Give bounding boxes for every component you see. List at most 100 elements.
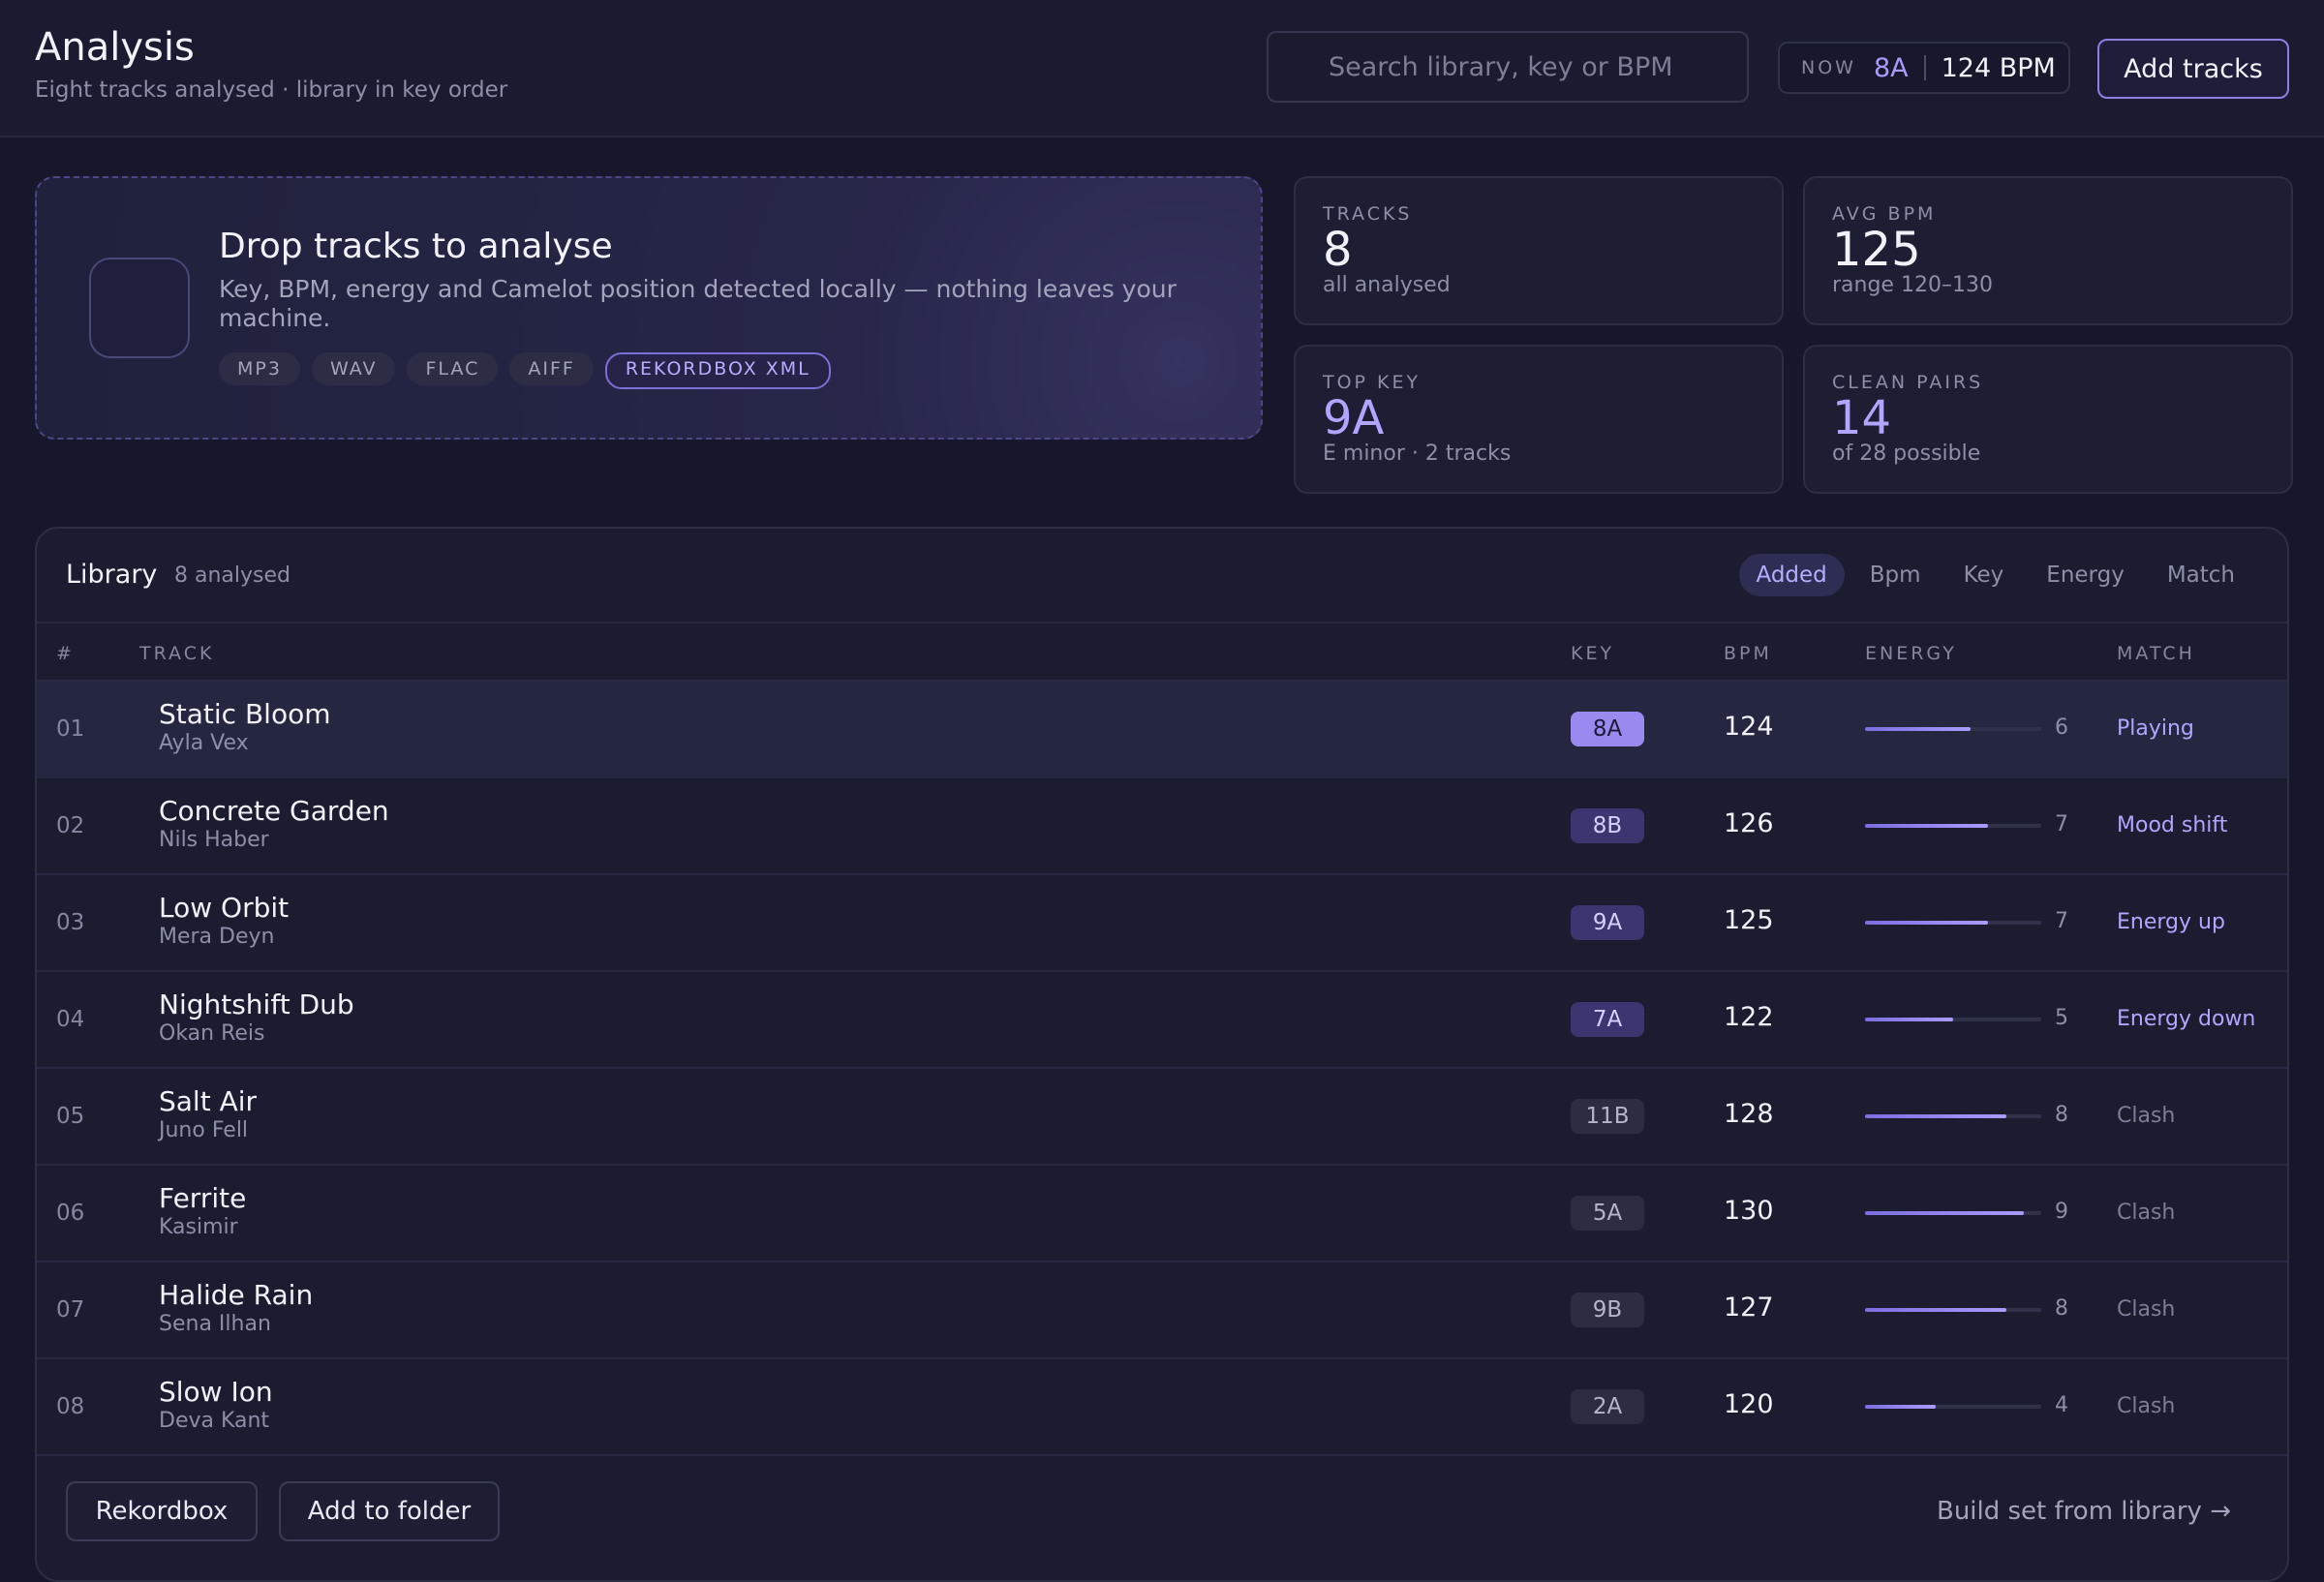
column-header-bpm[interactable]: BPM — [1724, 643, 1772, 664]
stat-card-avg-bpm: AVG BPM 125 range 120–130 — [1803, 176, 2293, 325]
search-input[interactable] — [1267, 31, 1749, 103]
stat-value: 8 — [1323, 223, 1353, 277]
track-number: 03 — [56, 910, 85, 935]
track-title: Salt Air — [159, 1085, 258, 1117]
track-artist: Deva Kant — [159, 1409, 270, 1433]
format-chips: MP3 WAV FLAC AIFF REKORDBOX XML — [219, 352, 831, 389]
track-title: Concrete Garden — [159, 795, 389, 827]
track-bpm: 124 — [1724, 712, 1774, 742]
energy-bar — [1865, 1114, 2041, 1118]
key-badge: 8A — [1571, 712, 1644, 746]
energy-bar-fill — [1865, 1018, 1953, 1021]
track-number: 01 — [56, 716, 85, 742]
track-bpm: 125 — [1724, 905, 1774, 935]
energy-bar-fill — [1865, 1405, 1936, 1409]
match-status: Clash — [2117, 1297, 2176, 1322]
track-artist: Kasimir — [159, 1215, 238, 1239]
column-header-energy[interactable]: ENERGY — [1865, 643, 1957, 664]
track-artist: Juno Fell — [159, 1118, 249, 1142]
column-header-number: # — [56, 643, 75, 664]
sort-tab-added[interactable]: Added — [1738, 554, 1845, 596]
track-number: 05 — [56, 1104, 85, 1129]
key-badge: 9B — [1571, 1293, 1644, 1327]
column-header-track[interactable]: TRACK — [139, 643, 214, 664]
track-title: Ferrite — [159, 1182, 247, 1214]
energy-bar — [1865, 1211, 2041, 1215]
library-title: Library — [66, 560, 158, 590]
energy-bar-fill — [1865, 1211, 2024, 1215]
track-number: 06 — [56, 1201, 85, 1226]
energy-bar-fill — [1865, 1114, 2006, 1118]
format-chip-aiff: AIFF — [509, 352, 594, 385]
sort-tab-match[interactable]: Match — [2150, 554, 2252, 596]
track-number: 08 — [56, 1394, 85, 1419]
table-header: # TRACK KEY BPM ENERGY MATCH — [37, 624, 2287, 682]
sort-tabs: Added Bpm Key Energy Match — [1738, 554, 2253, 596]
energy-bar — [1865, 727, 2041, 731]
table-row[interactable]: 05 Salt Air Juno Fell 11B 128 8 Clash — [37, 1069, 2287, 1166]
rekordbox-button[interactable]: Rekordbox — [66, 1481, 258, 1541]
track-artist: Mera Deyn — [159, 925, 275, 949]
track-number: 02 — [56, 813, 85, 838]
table-row[interactable]: 04 Nightshift Dub Okan Reis 7A 122 5 Energy do… — [37, 972, 2287, 1069]
track-bpm: 128 — [1724, 1099, 1774, 1129]
table-row[interactable]: 08 Slow Ion Deva Kant 2A 120 4 Clash — [37, 1359, 2287, 1456]
energy-value: 5 — [2055, 1006, 2068, 1030]
energy-value: 4 — [2055, 1393, 2068, 1417]
track-bpm: 130 — [1724, 1196, 1774, 1226]
stat-sub: all analysed — [1323, 273, 1451, 297]
track-number: 04 — [56, 1007, 85, 1032]
column-header-key[interactable]: KEY — [1571, 643, 1614, 664]
sort-tab-bpm[interactable]: Bpm — [1852, 554, 1939, 596]
sort-tab-key[interactable]: Key — [1946, 554, 2022, 596]
build-set-link[interactable]: Build set from library → — [1937, 1497, 2231, 1526]
track-title: Halide Rain — [159, 1279, 314, 1311]
track-title: Nightshift Dub — [159, 989, 354, 1020]
stat-value: 9A — [1323, 391, 1385, 445]
energy-value: 8 — [2055, 1103, 2068, 1127]
energy-value: 9 — [2055, 1200, 2068, 1224]
add-to-folder-button[interactable]: Add to folder — [279, 1481, 500, 1541]
track-bpm: 126 — [1724, 808, 1774, 838]
table-row[interactable]: 07 Halide Rain Sena Ilhan 9B 127 8 Clash — [37, 1263, 2287, 1359]
track-bpm: 127 — [1724, 1293, 1774, 1323]
table-row[interactable]: 06 Ferrite Kasimir 5A 130 9 Clash — [37, 1166, 2287, 1263]
now-bpm: 124 BPM — [1941, 52, 2056, 83]
add-tracks-button[interactable]: Add tracks — [2097, 39, 2289, 99]
page-subtitle: Eight tracks analysed · library in key o… — [35, 77, 508, 103]
stat-sub: E minor · 2 tracks — [1323, 441, 1512, 466]
now-key: 8A — [1873, 52, 1909, 83]
drop-zone-title: Drop tracks to analyse — [219, 227, 613, 266]
table-row[interactable]: 03 Low Orbit Mera Deyn 9A 125 7 Energy up — [37, 875, 2287, 972]
top-bar: Analysis Eight tracks analysed · library… — [0, 0, 2324, 137]
track-bpm: 122 — [1724, 1002, 1774, 1032]
sort-tab-energy[interactable]: Energy — [2029, 554, 2142, 596]
energy-value: 7 — [2055, 812, 2068, 837]
now-divider — [1923, 55, 1926, 80]
stat-card-clean-pairs: CLEAN PAIRS 14 of 28 possible — [1803, 345, 2293, 494]
match-status: Mood shift — [2117, 813, 2228, 837]
stat-label: CLEAN PAIRS — [1832, 372, 1984, 393]
stat-label: TOP KEY — [1323, 372, 1422, 393]
stat-value: 125 — [1832, 223, 1921, 277]
track-title: Static Bloom — [159, 698, 331, 730]
energy-bar — [1865, 1405, 2041, 1409]
match-status: Clash — [2117, 1104, 2176, 1128]
track-artist: Sena Ilhan — [159, 1312, 271, 1336]
key-badge: 9A — [1571, 905, 1644, 940]
key-badge: 2A — [1571, 1389, 1644, 1424]
column-header-match[interactable]: MATCH — [2117, 643, 2195, 664]
energy-value: 6 — [2055, 715, 2068, 740]
energy-bar — [1865, 921, 2041, 925]
track-artist: Okan Reis — [159, 1021, 265, 1046]
table-row[interactable]: 02 Concrete Garden Nils Haber 8B 126 7 Mood sh… — [37, 778, 2287, 875]
table-row[interactable]: 01 Static Bloom Ayla Vex 8A 124 6 Playing — [37, 682, 2287, 778]
track-title: Slow Ion — [159, 1376, 273, 1408]
drop-zone[interactable]: Drop tracks to analyse Key, BPM, energy … — [35, 176, 1263, 440]
key-badge: 8B — [1571, 808, 1644, 843]
match-status: Clash — [2117, 1201, 2176, 1225]
now-label: NOW — [1801, 57, 1856, 78]
stat-label: TRACKS — [1323, 203, 1413, 225]
energy-bar — [1865, 1018, 2041, 1021]
energy-bar-fill — [1865, 727, 1972, 731]
